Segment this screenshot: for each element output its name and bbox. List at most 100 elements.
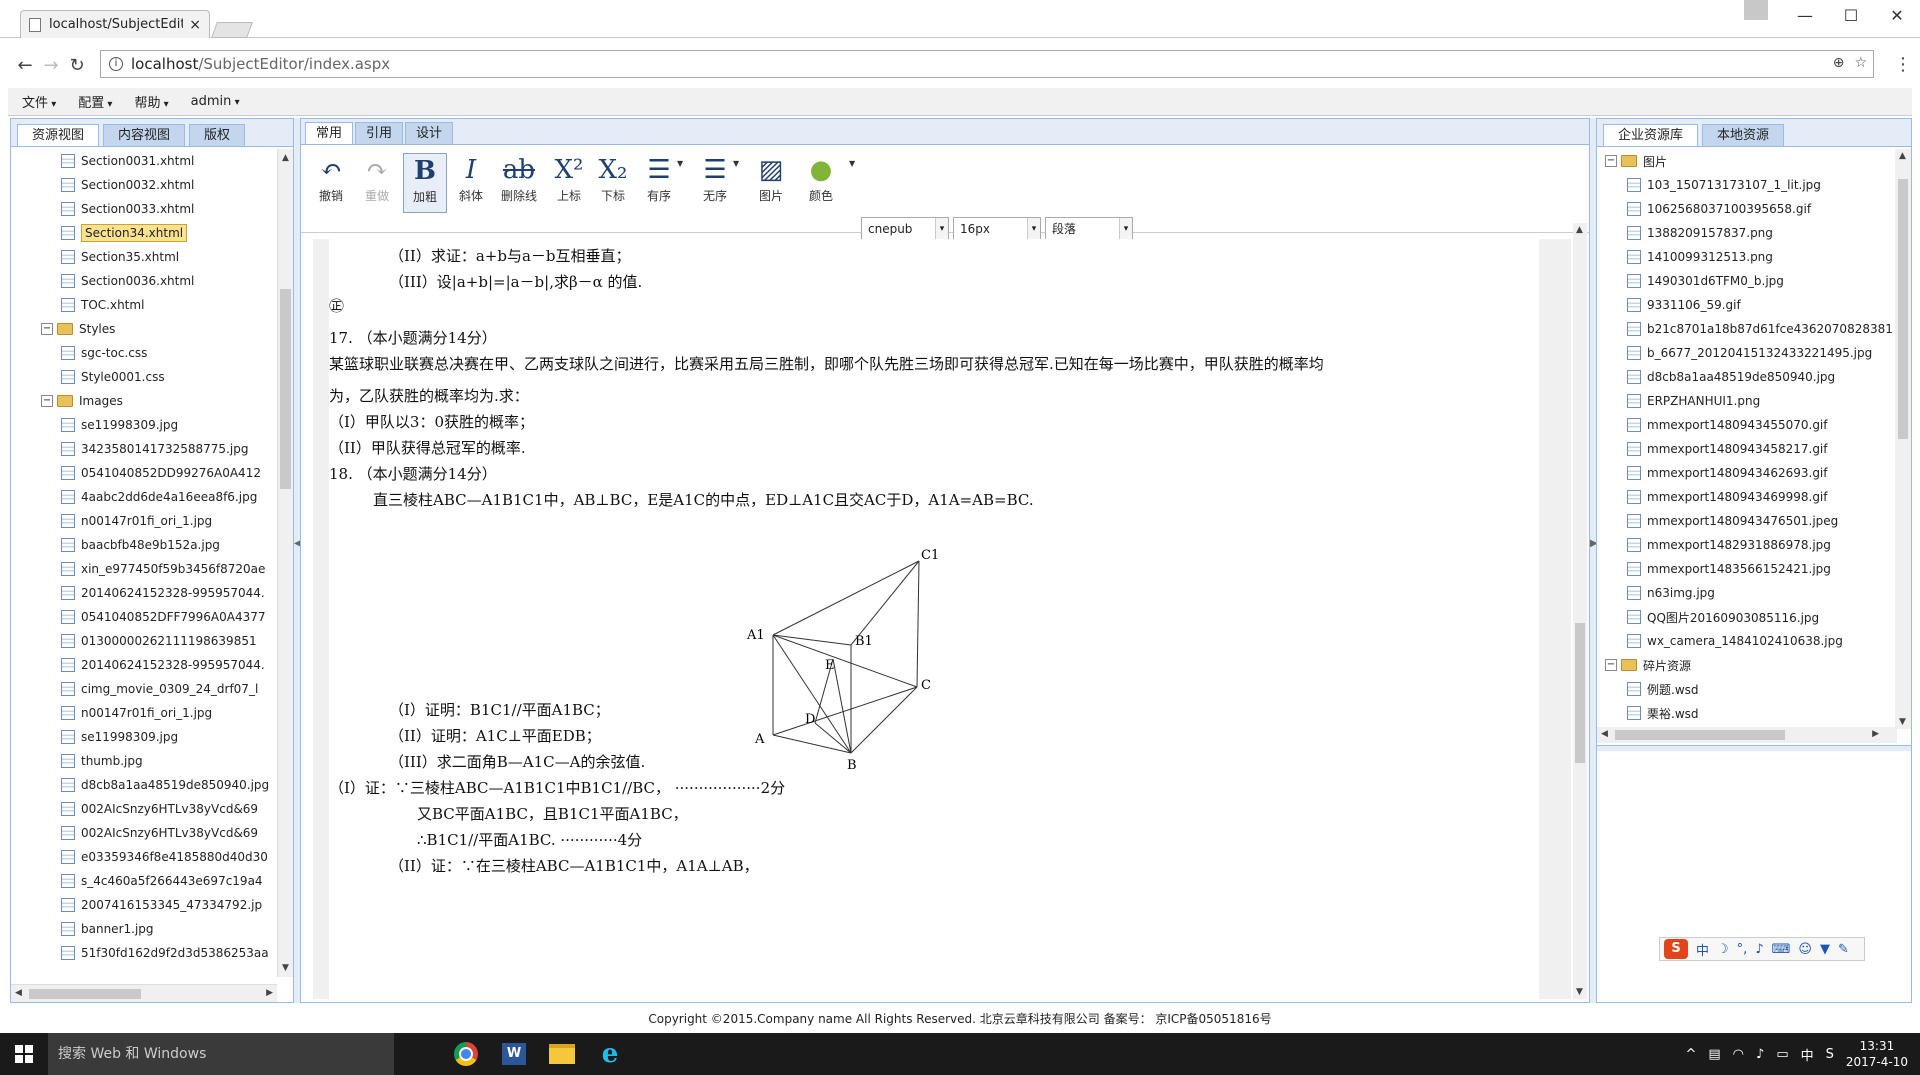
scroll-down-icon[interactable]: ▼ — [282, 963, 289, 973]
document-page[interactable]: C1 A1 B1 E C D A B （II）求证：a+b与a－b互相垂直； （III）设|a+… — [329, 239, 1539, 999]
tree-file[interactable]: Section0032.xhtml — [11, 173, 277, 197]
more-menu-icon[interactable]: ⋮ — [1894, 54, 1912, 75]
tree-file[interactable]: Style0001.css — [11, 365, 277, 389]
tree-file[interactable]: mmexport1480943469998.gif — [1597, 485, 1893, 509]
tree-file[interactable]: sgc-toc.css — [11, 341, 277, 365]
tree-file[interactable]: 1388209157837.png — [1597, 221, 1893, 245]
scroll-down-icon[interactable]: ▼ — [1899, 717, 1906, 727]
tree-file[interactable]: ERPZHANHUI1.png — [1597, 389, 1893, 413]
tree-file[interactable]: 20140624152328-995957044. — [11, 581, 277, 605]
tree-file[interactable]: Section34.xhtml — [11, 221, 277, 245]
start-button[interactable] — [0, 1033, 48, 1075]
tab-design[interactable]: 设计 — [405, 122, 454, 144]
dropdown-caret-icon[interactable]: ▼ — [849, 159, 855, 168]
sogou-tray-icon[interactable]: S — [1826, 1047, 1834, 1062]
ie-taskbar-button[interactable]: e — [586, 1033, 634, 1075]
close-window-button[interactable]: ✕ — [1874, 0, 1920, 30]
tab-copyright[interactable]: 版权 — [189, 124, 246, 146]
tree-file[interactable]: 34235801417325887​75.jpg — [11, 437, 277, 461]
tree-file[interactable]: e03359346f8e4185880d40d30 — [11, 845, 277, 869]
shirt-icon[interactable]: ▼ — [1820, 942, 1830, 957]
user-icon[interactable]: ☺ — [1798, 942, 1812, 957]
maximize-button[interactable]: ☐ — [1828, 0, 1874, 30]
zoom-icon[interactable]: ⊕ — [1833, 55, 1845, 71]
browser-tab[interactable]: localhost/SubjectEditor × — [20, 10, 210, 38]
tree-file[interactable]: thumb.jpg — [11, 749, 277, 773]
document-vscrollbar[interactable]: ▲ ▼ — [1573, 223, 1587, 999]
tree-folder[interactable]: − 图片 — [1597, 149, 1893, 173]
tree-file[interactable]: mmexport1480943476501.jpeg — [1597, 509, 1893, 533]
tab-local-resources[interactable]: 本地资源 — [1702, 124, 1785, 146]
back-icon[interactable]: ← — [12, 55, 38, 76]
tree-file[interactable]: 01300000262111198639851 — [11, 629, 277, 653]
info-icon[interactable]: i — [109, 57, 123, 71]
strike-button[interactable]: ab 删除线 — [497, 153, 541, 213]
color-button[interactable]: ● 颜色 — [799, 153, 843, 213]
scroll-left-icon[interactable]: ◀ — [15, 988, 22, 998]
microphone-icon[interactable]: ♪ — [1755, 942, 1763, 957]
tree-file[interactable]: QQ图片20160903085116.jpg — [1597, 605, 1893, 629]
tree-file[interactable]: d8cb8a1aa48519de850940.jpg — [11, 773, 277, 797]
new-tab-button[interactable] — [211, 22, 253, 38]
menu-file[interactable]: 文件 — [22, 92, 56, 111]
tree-file[interactable]: Section0031.xhtml — [11, 149, 277, 173]
redo-button[interactable]: ↷ 重做 — [355, 153, 399, 213]
keyboard-icon[interactable]: ⌨ — [1772, 942, 1791, 957]
menu-help[interactable]: 帮助 — [134, 92, 168, 111]
ime-indicator[interactable]: 中 — [1801, 1045, 1814, 1064]
chevron-up-icon[interactable]: ^ — [1685, 1047, 1696, 1062]
user-icon[interactable] — [1744, 0, 1768, 20]
reload-icon[interactable]: ↻ — [64, 55, 90, 76]
wifi-icon[interactable]: ◠ — [1733, 1047, 1744, 1062]
dropdown-caret-icon[interactable]: ▼ — [733, 159, 739, 168]
tree-file[interactable]: mmexport1480943455070.gif — [1597, 413, 1893, 437]
tree-file[interactable]: n00147r01fi_ori_1.jpg — [11, 701, 277, 725]
scroll-left-icon[interactable]: ◀ — [1601, 729, 1608, 739]
tree-file[interactable]: 栗裕.wsd — [1597, 701, 1893, 725]
superscript-button[interactable]: X² 上标 — [547, 153, 591, 213]
tree-file[interactable]: cimg_movie_0309_24_drf07_l — [11, 677, 277, 701]
tree-file[interactable]: 51f30fd162d9f2d3d5386253aa — [11, 941, 277, 965]
tree-file[interactable]: b_6677_20120415132433221495.jpg — [1597, 341, 1893, 365]
punctuation-icon[interactable]: °, — [1737, 942, 1748, 957]
font-size-select[interactable]: 16px — [953, 217, 1041, 241]
tree-file[interactable]: banner1.jpg — [11, 917, 277, 941]
scroll-thumb[interactable] — [1615, 730, 1785, 740]
volume-icon[interactable]: ♪ — [1756, 1047, 1764, 1062]
tree-file[interactable]: TOC.xhtml — [11, 293, 277, 317]
tree-file[interactable]: 1410099312513.png — [1597, 245, 1893, 269]
unordered-list-button[interactable]: ☰ 无序 — [693, 153, 737, 213]
tree-file[interactable]: Section0036.xhtml — [11, 269, 277, 293]
asset-tree-hscrollbar[interactable]: ◀ ▶ — [1597, 727, 1897, 743]
tree-file[interactable]: mmexport1482931886978.jpg — [1597, 533, 1893, 557]
close-tab-icon[interactable]: × — [189, 17, 201, 33]
tree-file[interactable]: 0541040852DD99276A0A412 — [11, 461, 277, 485]
tree-file[interactable]: 例题.wsd — [1597, 677, 1893, 701]
scroll-up-icon[interactable]: ▲ — [1576, 225, 1583, 235]
tree-file[interactable]: n63img.jpg — [1597, 581, 1893, 605]
tree-file[interactable]: mmexport1480943458217.gif — [1597, 437, 1893, 461]
tree-file[interactable]: baacbfb48e9b152a.jpg — [11, 533, 277, 557]
tree-file[interactable]: 9331106_59.gif — [1597, 293, 1893, 317]
tree-file[interactable]: s_4c460a5f266443e697c19a4 — [11, 869, 277, 893]
collapse-toggle-icon[interactable]: − — [1605, 155, 1617, 167]
explorer-taskbar-button[interactable] — [538, 1033, 586, 1075]
subscript-button[interactable]: X₂ 下标 — [591, 153, 635, 213]
menu-user[interactable]: admin — [191, 94, 240, 109]
chrome-taskbar-button[interactable] — [442, 1033, 490, 1075]
collapse-toggle-icon[interactable]: − — [41, 395, 53, 407]
notification-icon[interactable]: ▭ — [1776, 1047, 1788, 1062]
paragraph-style-select[interactable]: 段落 — [1045, 217, 1133, 241]
tab-enterprise-library[interactable]: 企业资源库 — [1603, 124, 1699, 146]
tree-file[interactable]: 20140624152328-995957044. — [11, 653, 277, 677]
scroll-thumb[interactable] — [1898, 179, 1908, 439]
tree-folder[interactable]: − 碎片资源 — [1597, 653, 1893, 677]
ime-mode[interactable]: 中 — [1696, 940, 1709, 959]
asset-preview-divider[interactable] — [1597, 745, 1911, 751]
dropdown-caret-icon[interactable]: ▼ — [677, 159, 683, 168]
moon-icon[interactable]: ☽ — [1717, 942, 1729, 957]
tree-file[interactable]: Section0033.xhtml — [11, 197, 277, 221]
undo-button[interactable]: ↶ 撤销 — [309, 153, 353, 213]
tab-resource-view[interactable]: 资源视图 — [17, 124, 100, 146]
tree-file[interactable]: 1062568037100395658.gif — [1597, 197, 1893, 221]
